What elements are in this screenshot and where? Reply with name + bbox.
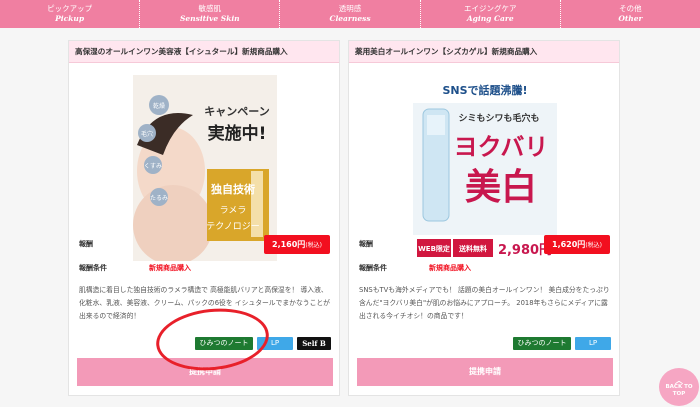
banner-campaign-text: 実施中! [208, 123, 267, 144]
chevron-up-icon: ︿ [675, 376, 683, 385]
condition-value: 新規商品購入 [149, 264, 191, 272]
ishtar-banner-graphic: 乾燥 毛穴 くすみ たるみ キャンペーン 実施中! 独自技術 ラメラ テクノロジ… [133, 75, 277, 261]
bubble-text: 乾燥 [153, 102, 165, 110]
reward-label: 報酬 [79, 240, 93, 248]
himitsu-note-button[interactable]: ひみつのノート [513, 337, 571, 350]
nav-label-jp: その他 [619, 4, 642, 13]
reward-price-badge: 1,620円(税込) [544, 235, 610, 254]
bubble-text: たるみ [150, 195, 168, 202]
product-banner-image[interactable]: 乾燥 毛穴 くすみ たるみ キャンペーン 実施中! 独自技術 ラメラ テクノロジ… [133, 75, 277, 261]
nav-label-jp: 敏感肌 [198, 4, 222, 13]
bubble-text: 毛穴 [141, 130, 153, 138]
banner-sub-text: シミもシワも毛穴も [458, 112, 539, 124]
nav-label-jp: 透明感 [338, 4, 362, 13]
nav-label-jp: ピックアップ [47, 4, 93, 13]
banner-big-text: 美白 [465, 167, 537, 208]
shizuka-banner-graphic: SNSで話題沸騰! シミもシワも毛穴も ヨクバリ 美白 WEB限定 送料無料 2… [413, 75, 557, 261]
nav-item-pickup[interactable]: ピックアップ Pickup [0, 0, 141, 28]
nav-label-en: Sensitive Skin [179, 14, 240, 23]
product-description: SNSもTVも海外メディアでも！ 話題の美白オールインワン！ 美白成分をたっぷり… [359, 286, 610, 320]
nav-label-jp: エイジングケア [463, 4, 517, 13]
product-banner-image[interactable]: SNSで話題沸騰! シミもシワも毛穴も ヨクバリ 美白 WEB限定 送料無料 2… [413, 75, 557, 261]
nav-label-en: Clearness [329, 14, 371, 23]
condition-label: 報酬条件 [359, 264, 387, 272]
condition-value: 新規商品購入 [429, 264, 471, 272]
nav-label-en: Pickup [55, 14, 85, 23]
banner-tag: 送料無料 [458, 244, 487, 253]
reward-price-tax: (税込) [305, 242, 322, 249]
bubble-text: くすみ [144, 163, 162, 170]
banner-campaign-text: キャンペーン [204, 105, 269, 118]
banner-tag: WEB限定 [418, 244, 450, 253]
nav-item-aging-care[interactable]: エイジングケア Aging Care [421, 0, 561, 28]
banner-badge-text: 独自技術 [210, 182, 255, 196]
banner-big-text: ヨクバリ [454, 133, 549, 161]
product-card-shizuka-gel: 薬用美白オールインワン【シズカゲル】新規商品購入 SNSで話題沸騰! シミもシワ… [348, 40, 620, 396]
lp-button[interactable]: LP [575, 337, 611, 350]
reward-price: 2,160円 [272, 240, 306, 249]
back-to-top-label: BACK TO [665, 384, 693, 390]
nav-label-en: Aging Care [466, 14, 514, 23]
nav-item-other[interactable]: その他 Other [561, 0, 700, 28]
reward-label: 報酬 [359, 240, 373, 248]
apply-button[interactable]: 提携申請 [357, 358, 613, 386]
reward-price-badge: 2,160円(税込) [264, 235, 330, 254]
nav-label-en: Other [618, 14, 643, 23]
product-title: 高保湿のオールインワン美容液【イシュタール】新規商品購入 [69, 41, 339, 63]
reward-price: 1,620円 [552, 240, 586, 249]
top-nav: ピックアップ Pickup 敏感肌 Sensitive Skin 透明感 Cle… [0, 0, 700, 28]
nav-item-sensitive-skin[interactable]: 敏感肌 Sensitive Skin [140, 0, 281, 28]
selfb-button[interactable]: Self B [297, 337, 331, 350]
banner-badge-text: テクノロジー [206, 221, 259, 232]
link-buttons: ひみつのノート LP [513, 337, 611, 350]
banner-headline: SNSで話題沸騰! [442, 83, 527, 97]
reward-price-tax: (税込) [585, 242, 602, 249]
back-to-top-label: TOP [672, 391, 686, 397]
banner-badge-text: ラメラ [220, 205, 247, 216]
product-title: 薬用美白オールインワン【シズカゲル】新規商品購入 [349, 41, 619, 63]
condition-label: 報酬条件 [79, 264, 107, 272]
back-to-top-button[interactable]: ︿ BACK TO TOP [659, 368, 699, 406]
nav-item-clearness[interactable]: 透明感 Clearness [280, 0, 421, 28]
